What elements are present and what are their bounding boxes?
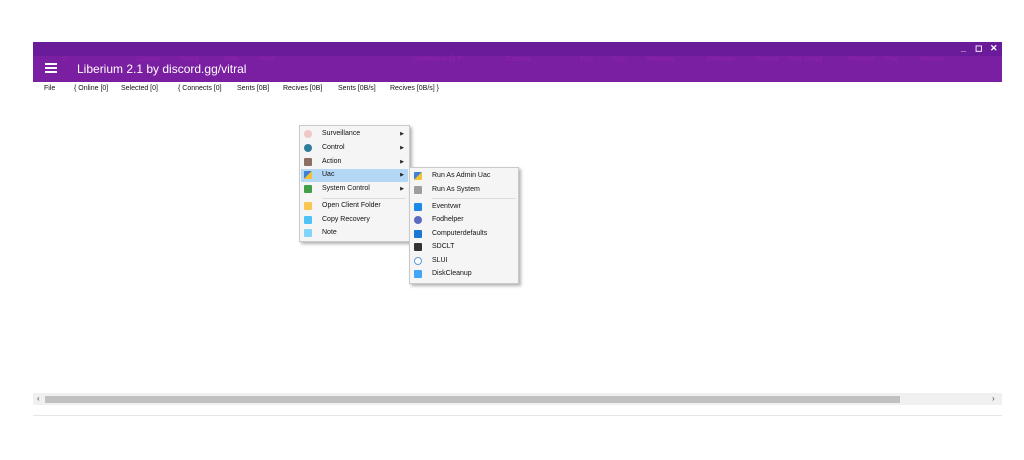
submenu-item-computerdefaults[interactable]: Computerdefaults — [411, 228, 517, 241]
submenu-arrow-icon: ▶ — [400, 172, 404, 178]
scroll-left-arrow-icon[interactable]: ‹ — [37, 394, 40, 404]
horizontal-scrollbar[interactable]: ‹ › — [33, 393, 1002, 405]
note-icon — [304, 229, 312, 237]
event-viewer-icon — [414, 203, 422, 211]
menu-separator — [322, 198, 406, 199]
submenu-item-label: Run As System — [432, 186, 480, 193]
submenu-item-eventvwr[interactable]: Eventvwr — [411, 201, 517, 214]
context-menu: Surveillance ▶ Control ▶ Action ▶ Uac ▶ … — [299, 125, 410, 242]
eye-icon — [304, 130, 312, 138]
system-icon — [414, 186, 422, 194]
status-selected: Selected [0] — [121, 85, 158, 92]
menu-item-note[interactable]: Note — [301, 227, 408, 240]
submenu-item-label: SLUI — [432, 257, 448, 264]
scroll-right-arrow-icon[interactable]: › — [992, 394, 995, 404]
column-header[interactable]: Privilege — [848, 55, 875, 64]
menu-item-surveillance[interactable]: Surveillance ▶ — [301, 128, 408, 141]
submenu-arrow-icon: ▶ — [400, 145, 404, 151]
column-header[interactable]: Note — [224, 55, 239, 64]
shield-icon — [414, 172, 422, 180]
submenu-arrow-icon: ▶ — [400, 186, 404, 192]
menu-file[interactable]: File — [44, 84, 55, 93]
menu-item-label: Surveillance — [322, 130, 361, 137]
gear-icon — [414, 216, 422, 224]
status-recives-rate: Recives [0B/s] } — [390, 85, 440, 92]
column-header[interactable]: Hwid — [259, 55, 275, 64]
minimize-button[interactable]: _ — [961, 43, 966, 54]
status-online: { Online [0] — [74, 85, 109, 92]
column-header[interactable]: Ping — [885, 55, 899, 64]
submenu-arrow-icon: ▶ — [400, 131, 404, 137]
computer-icon — [414, 230, 422, 238]
column-header[interactable]: UserName @ Pc — [413, 55, 466, 64]
submenu-item-run-as-system[interactable]: Run As System — [411, 184, 517, 197]
submenu-item-label: DiskCleanup — [432, 270, 472, 277]
menu-item-uac[interactable]: Uac ▶ — [301, 169, 408, 182]
submenu-item-diskcleanup[interactable]: DiskCleanup — [411, 268, 517, 281]
submenu-item-label: Run As Admin Uac — [432, 172, 491, 179]
submenu-item-label: Computerdefaults — [432, 230, 488, 237]
menu-item-label: Open Client Folder — [322, 202, 381, 209]
menu-item-label: Copy Recovery — [322, 216, 370, 223]
menu-item-label: Note — [322, 229, 337, 236]
backup-icon — [414, 243, 422, 251]
column-header[interactable]: AntiVirus — [707, 55, 735, 64]
menu-item-open-client-folder[interactable]: Open Client Folder — [301, 200, 408, 213]
column-header[interactable]: Cpu — [580, 55, 593, 64]
monitor-icon — [304, 185, 312, 193]
folder-icon — [304, 202, 312, 210]
status-recives: Recives [0B] — [283, 85, 323, 92]
app-title: Liberium 2.1 by discord.gg/vitral — [77, 62, 247, 76]
status-sents-rate: Sents [0B/s] — [338, 85, 376, 92]
column-header[interactable]: IP — [62, 55, 69, 64]
close-button[interactable]: ✕ — [990, 43, 998, 54]
hamburger-menu-icon[interactable] — [45, 63, 57, 73]
column-header[interactable]: Time Install — [787, 55, 823, 64]
status-sents: Sents [0B] — [237, 85, 270, 92]
copy-icon — [304, 216, 312, 224]
submenu-item-label: Eventvwr — [432, 203, 461, 210]
divider — [33, 415, 1002, 416]
globe-icon — [304, 144, 312, 152]
scrollbar-thumb[interactable] — [45, 396, 900, 403]
menu-item-system-control[interactable]: System Control ▶ — [301, 183, 408, 196]
submenu-item-run-as-admin-uac[interactable]: Run As Admin Uac — [411, 170, 517, 183]
menu-item-action[interactable]: Action ▶ — [301, 156, 408, 169]
uac-submenu: Run As Admin Uac Run As System Eventvwr … — [409, 167, 519, 284]
menu-item-copy-recovery[interactable]: Copy Recovery — [301, 214, 408, 227]
submenu-item-sdclt[interactable]: SDCLT — [411, 241, 517, 254]
menu-item-label: System Control — [322, 185, 370, 192]
column-header[interactable]: Gpu — [613, 55, 626, 64]
window-controls-strip — [33, 42, 1002, 56]
submenu-item-fodhelper[interactable]: Fodhelper — [411, 214, 517, 227]
menu-item-label: Action — [322, 158, 342, 165]
disk-cleanup-icon — [414, 270, 422, 278]
column-header[interactable]: Window — [919, 55, 944, 64]
column-header[interactable]: Country — [136, 55, 161, 64]
menu-bar: File { Online [0] Selected [0] { Connect… — [33, 84, 1002, 94]
menu-separator — [432, 198, 516, 199]
shield-icon — [304, 171, 312, 179]
column-header[interactable]: Camera — [506, 55, 531, 64]
column-header[interactable]: Windows — [646, 55, 674, 64]
submenu-item-label: Fodhelper — [432, 216, 464, 223]
column-header[interactable]: Group — [180, 55, 199, 64]
submenu-item-label: SDCLT — [432, 243, 455, 250]
submenu-arrow-icon: ▶ — [400, 159, 404, 165]
key-icon — [414, 257, 422, 265]
column-header[interactable]: Version — [756, 55, 779, 64]
submenu-item-slui[interactable]: SLUI — [411, 255, 517, 268]
action-icon — [304, 158, 312, 166]
maximize-button[interactable]: ◻ — [975, 43, 982, 54]
menu-item-label: Uac — [322, 171, 335, 178]
status-connects: { Connects [0] — [178, 85, 222, 92]
menu-item-label: Control — [322, 144, 345, 151]
menu-item-control[interactable]: Control ▶ — [301, 142, 408, 155]
